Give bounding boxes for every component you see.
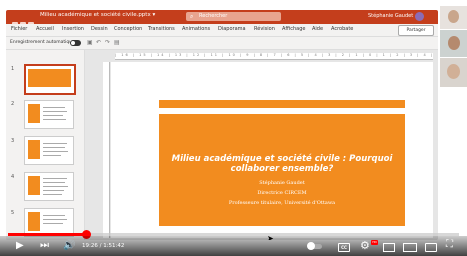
quick-access-toolbar: Enregistrement automatique ▣ ↶ ↷ ▤ (6, 37, 438, 50)
slide-top-stripe (159, 100, 405, 108)
tab-diaporama[interactable]: Diaporama (218, 26, 246, 32)
title-box[interactable]: Milieu académique et société civile : Po… (159, 114, 405, 226)
play-icon[interactable]: ▶ (16, 239, 24, 253)
slide-thumbnail-4[interactable] (24, 172, 74, 201)
hd-badge: HD (371, 240, 378, 245)
share-label: Partager (406, 28, 426, 33)
slide-thumbnails-pane: 1 2 3 4 5 (6, 50, 85, 240)
slide-author: Stéphanie Gaudet (259, 180, 305, 186)
cc-label: CC (341, 245, 347, 250)
document-name[interactable]: Milieu académique et société civile.pptx… (40, 12, 155, 18)
tab-animations[interactable]: Animations (182, 26, 210, 32)
tab-fichier[interactable]: Fichier (11, 26, 27, 32)
slide-title: Milieu académique et société civile : Po… (171, 154, 393, 174)
redo-icon[interactable]: ↷ (105, 39, 110, 46)
theater-icon[interactable] (403, 243, 417, 252)
participant-face (447, 64, 460, 79)
search-placeholder: Rechercher (199, 13, 228, 19)
user-name[interactable]: Stéphanie Gaudet (368, 12, 413, 21)
undo-icon[interactable]: ↶ (96, 39, 101, 46)
slide-thumbnail-1[interactable] (24, 64, 76, 95)
search-box[interactable]: ⌕ Rechercher (186, 12, 281, 21)
current-slide[interactable]: Milieu académique et société civile : Po… (111, 62, 433, 240)
autosave-toggle[interactable] (70, 40, 81, 46)
slide-thumbnail-3[interactable] (24, 136, 74, 165)
hd-label: HD (372, 240, 377, 244)
slide-number: 2 (11, 101, 15, 107)
player-controls: ▶ ⏭ 🔊 19:26 / 1:51:42 CC ⚙ HD ⛶ (0, 236, 467, 256)
fullscreen-icon[interactable]: ⛶ (446, 238, 453, 252)
participant-video-3 (440, 58, 467, 87)
tab-insertion[interactable]: Insertion (62, 26, 84, 32)
next-icon[interactable]: ⏭ (40, 239, 49, 253)
title-bar: Milieu académique et société civile.pptx… (6, 10, 438, 28)
slide-thumbnail-2[interactable] (24, 100, 74, 129)
settings-icon[interactable]: ⚙ (360, 239, 370, 253)
slide-role: Directrice CIRCEM (257, 190, 307, 196)
tab-aide[interactable]: Aide (312, 26, 323, 32)
slide-number: 1 (11, 66, 15, 72)
cast-icon[interactable] (425, 243, 437, 252)
video-frame[interactable]: Milieu académique et société civile.pptx… (0, 0, 467, 256)
volume-icon[interactable]: 🔊 (63, 239, 75, 253)
tab-affichage[interactable]: Affichage (282, 26, 306, 32)
participant-face (448, 36, 460, 50)
tab-conception[interactable]: Conception (114, 26, 142, 32)
present-icon[interactable]: ▤ (114, 39, 120, 46)
tab-revision[interactable]: Révision (254, 26, 275, 32)
tab-accueil[interactable]: Accueil (36, 26, 54, 32)
powerpoint-window: Milieu académique et société civile.pptx… (6, 10, 438, 240)
search-icon: ⌕ (190, 13, 194, 20)
participant-video-2 (440, 30, 467, 57)
vertical-ruler (103, 62, 110, 238)
slide-editor: | 16 | 15 | 14 | 13 | 12 | 11 | 10 | 9 |… (85, 50, 438, 240)
slide-affiliation: Professeure titulaire, Université d'Otta… (228, 200, 336, 206)
participant-video-1 (440, 6, 467, 29)
horizontal-ruler: | 16 | 15 | 14 | 13 | 12 | 11 | 10 | 9 |… (115, 53, 433, 60)
tab-acrobate[interactable]: Acrobate (331, 26, 353, 32)
tab-dessin[interactable]: Dessin (91, 26, 108, 32)
autoplay-toggle[interactable] (307, 242, 322, 250)
slide-number: 5 (11, 210, 15, 216)
subtitles-icon[interactable]: CC (338, 243, 350, 252)
save-icon[interactable]: ▣ (87, 39, 93, 46)
participant-face (448, 10, 459, 23)
avatar[interactable] (415, 12, 424, 21)
slide-number: 4 (11, 174, 15, 180)
miniplayer-icon[interactable] (383, 243, 395, 252)
ribbon-tabs: Fichier Accueil Insertion Dessin Concept… (6, 24, 438, 37)
time-display: 19:26 / 1:51:42 (82, 243, 125, 249)
slide-number: 3 (11, 138, 15, 144)
share-button[interactable]: Partager (398, 25, 434, 36)
autosave-label: Enregistrement automatique (10, 40, 75, 45)
tab-transitions[interactable]: Transitions (148, 26, 175, 32)
